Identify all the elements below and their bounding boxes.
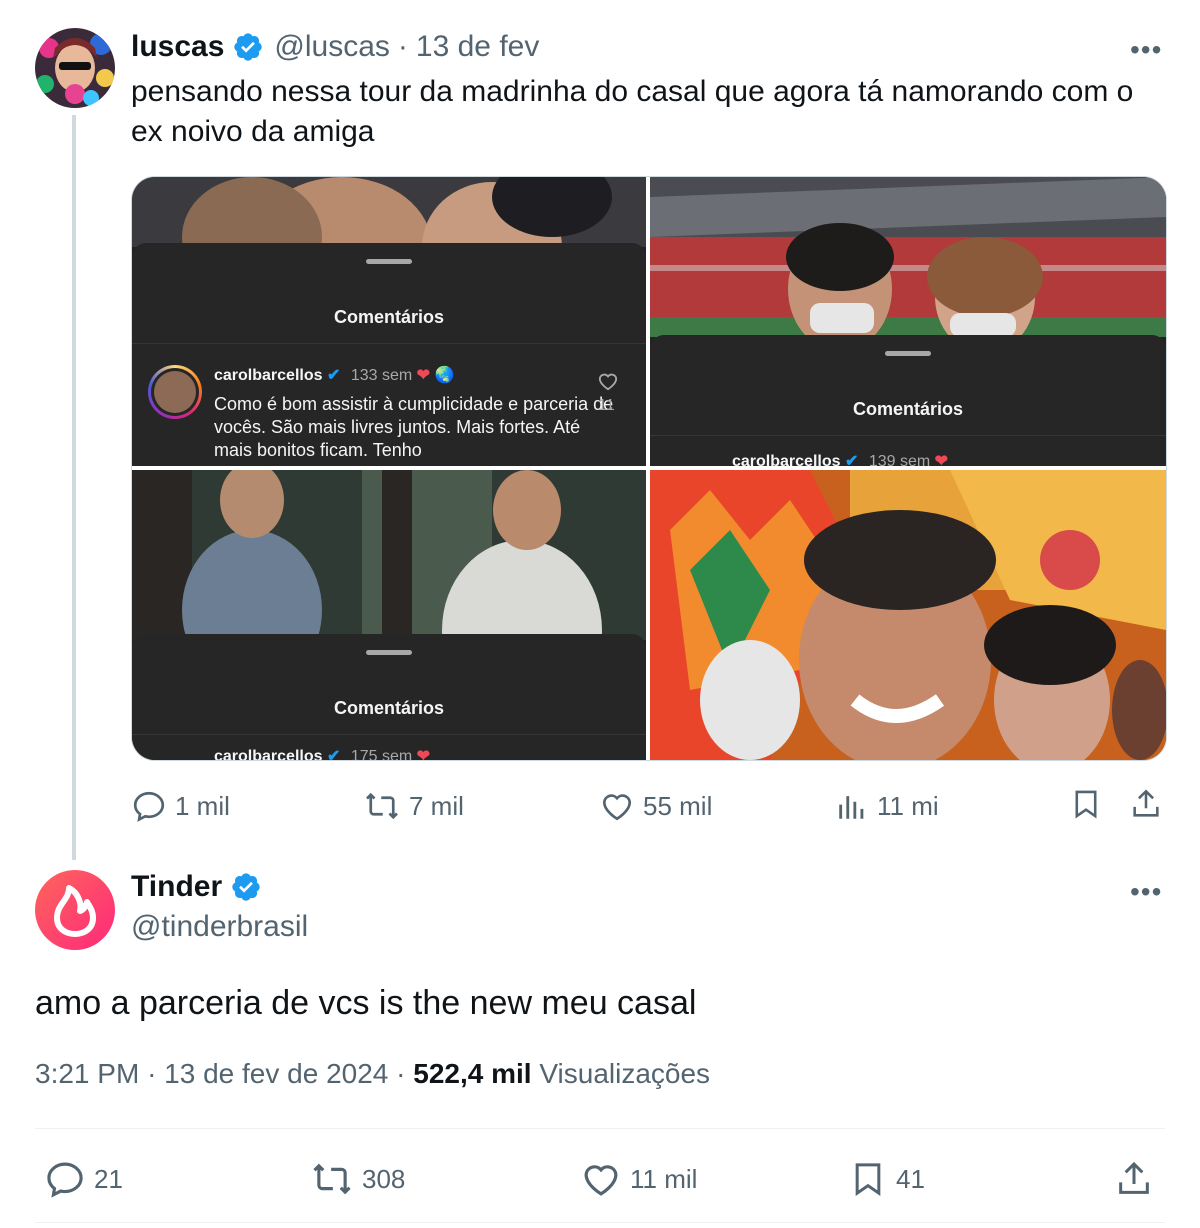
more-options-icon[interactable]: •••: [1130, 36, 1162, 64]
repost-button[interactable]: 7 mil: [363, 788, 464, 824]
comments-title: Comentários: [333, 307, 445, 327]
reply-count: 21: [94, 1163, 123, 1194]
reply-author-handle[interactable]: @tinderbrasil: [131, 910, 308, 944]
share-button[interactable]: [1114, 1158, 1154, 1205]
repost-icon: [366, 792, 398, 820]
reply-count: 1 mil: [175, 790, 230, 821]
sheet-drag-handle[interactable]: [885, 351, 931, 356]
bookmark-button[interactable]: [1069, 786, 1103, 827]
like-button[interactable]: 55 mil: [599, 788, 712, 824]
reply-icon: [47, 1162, 83, 1198]
reply-text: amo a parceria de vcs is the new meu cas…: [35, 984, 697, 1022]
globe-emoji-icon: 🌏: [434, 367, 455, 384]
thread-connector-line: [72, 115, 76, 860]
comments-sheet: Comentários carolbarcellos ✔ 175 sem ❤: [132, 634, 646, 760]
views-label: Visualizações: [539, 1058, 711, 1089]
author-handle[interactable]: @luscas: [274, 30, 390, 64]
tweet-date[interactable]: 13 de fev: [416, 30, 539, 64]
media-image-4[interactable]: [650, 470, 1166, 760]
comment-username[interactable]: carolbarcellos ✔ 133 sem ❤ 🌏: [214, 365, 454, 385]
reply-button[interactable]: 21: [44, 1158, 123, 1200]
verified-badge-icon: ✔: [326, 367, 341, 384]
views-count: 11 mi: [877, 790, 939, 821]
heart-emoji-icon: ❤: [416, 367, 431, 384]
repost-button[interactable]: 308: [310, 1158, 405, 1200]
author-name[interactable]: luscas: [131, 30, 224, 64]
views-total: 522,4 mil: [413, 1058, 532, 1089]
comment-username[interactable]: carolbarcellos ✔ 139 sem ❤: [732, 451, 948, 466]
share-icon: [1133, 789, 1159, 817]
repost-count: 308: [362, 1163, 406, 1194]
share-button[interactable]: [1129, 786, 1163, 827]
tinder-avatar[interactable]: [35, 870, 115, 950]
reply-author-name[interactable]: Tinder: [131, 870, 222, 904]
comment-username[interactable]: carolbarcellos ✔ 175 sem ❤: [214, 746, 430, 760]
like-button[interactable]: 11 mil: [580, 1158, 697, 1200]
media-image-1[interactable]: Comentários carolbarcellos ✔ 133 sem ❤ 🌏…: [132, 177, 646, 466]
media-grid[interactable]: Comentários carolbarcellos ✔ 133 sem ❤ 🌏…: [131, 176, 1167, 761]
comments-sheet: Comentários carolbarcellos ✔ 139 sem ❤: [650, 335, 1166, 466]
bookmark-icon: [855, 1163, 881, 1197]
like-count: 11 mil: [630, 1163, 698, 1194]
views-button[interactable]: 11 mi: [835, 789, 939, 823]
heart-icon: [602, 794, 632, 821]
sheet-drag-handle[interactable]: [366, 650, 412, 655]
reply-button[interactable]: 1 mil: [131, 788, 230, 824]
bookmark-count: 41: [896, 1163, 925, 1194]
repost-icon: [313, 1163, 351, 1195]
verified-badge-icon: [232, 31, 264, 63]
media-image-3[interactable]: Comentários carolbarcellos ✔ 175 sem ❤: [132, 470, 646, 760]
repost-count: 7 mil: [409, 790, 464, 821]
comment-like-icon[interactable]: [597, 371, 619, 396]
tweet-metadata: 3:21 PM · 13 de fev de 2024 · 522,4 mil …: [35, 1058, 711, 1089]
comments-sheet: Comentários carolbarcellos ✔ 133 sem ❤ 🌏…: [132, 243, 646, 466]
share-icon: [1119, 1161, 1149, 1194]
bookmark-button[interactable]: 41: [848, 1158, 925, 1200]
verified-badge-icon: [230, 871, 262, 903]
divider: [35, 1222, 1165, 1223]
media-image-2[interactable]: Comentários carolbarcellos ✔ 139 sem ❤: [650, 177, 1166, 466]
more-options-icon[interactable]: •••: [1130, 878, 1162, 906]
sheet-drag-handle[interactable]: [366, 259, 412, 264]
tweet-time[interactable]: 3:21 PM: [35, 1058, 139, 1089]
tweet-text: pensando nessa tour da madrinha do casal…: [131, 75, 1134, 148]
views-chart-icon: [839, 796, 864, 819]
luscas-avatar[interactable]: [35, 28, 115, 108]
tweet-full-date[interactable]: 13 de fev de 2024: [164, 1058, 388, 1089]
like-count: 55 mil: [643, 790, 713, 821]
bookmark-icon: [1075, 790, 1097, 819]
divider: [35, 1128, 1165, 1129]
comment-like-count: 11: [598, 397, 615, 414]
reply-icon: [133, 791, 165, 822]
comment-text: Como é bom assistir à cumplicidade e par…: [214, 394, 614, 460]
commenter-avatar: [148, 365, 202, 419]
comments-title: Comentários: [333, 698, 445, 718]
heart-icon: [584, 1165, 618, 1196]
separator-dot: ·: [397, 30, 408, 63]
comments-title: Comentários: [852, 399, 964, 419]
